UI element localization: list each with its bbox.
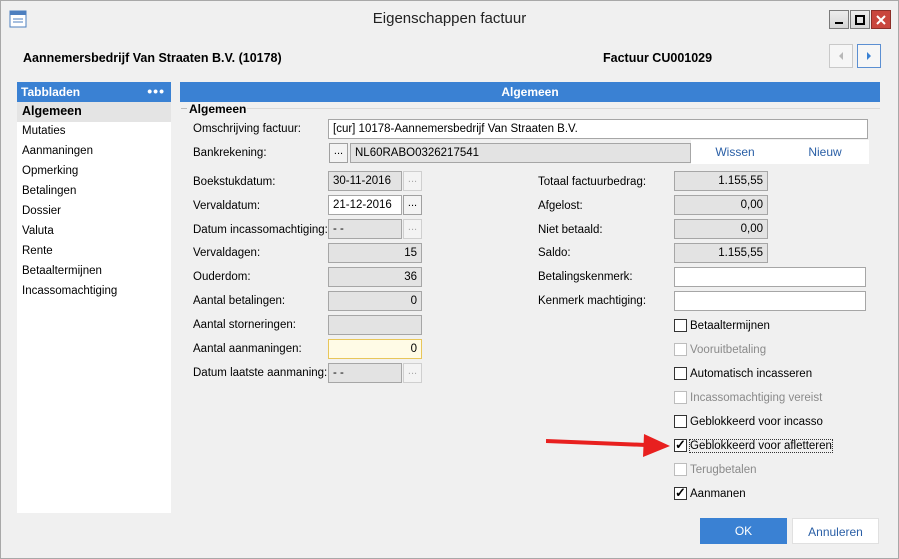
sidebar-item-betaaltermijnen[interactable]: Betaaltermijnen bbox=[17, 262, 171, 282]
aantal-aanmaningen-input[interactable]: 0 bbox=[328, 339, 422, 359]
automatisch-incasseren-checkbox-label[interactable]: Automatisch incasseren bbox=[690, 368, 812, 380]
geblokkeerd-incasso-checkbox-label[interactable]: Geblokkeerd voor incasso bbox=[690, 416, 823, 428]
checkmark-icon: ✓ bbox=[675, 485, 686, 500]
title-bar[interactable]: Eigenschappen factuur bbox=[1, 1, 898, 37]
nieuw-button[interactable]: Nieuw bbox=[781, 140, 869, 164]
vooruitbetaling-checkbox[interactable] bbox=[674, 343, 687, 356]
laatste-aanmaning-label: Datum laatste aanmaning: bbox=[193, 367, 328, 379]
cancel-button[interactable]: Annuleren bbox=[792, 518, 879, 544]
boekstukdatum-picker-button[interactable]: ... bbox=[403, 171, 422, 191]
invoice-number: Factuur CU001029 bbox=[603, 51, 713, 65]
close-icon bbox=[876, 14, 886, 25]
aantal-betalingen-input[interactable]: 0 bbox=[328, 291, 422, 311]
vooruitbetaling-checkbox-label[interactable]: Vooruitbetaling bbox=[690, 344, 766, 356]
niet-betaald-label: Niet betaald: bbox=[538, 224, 603, 236]
niet-betaald-input[interactable]: 0,00 bbox=[674, 219, 768, 239]
more-icon[interactable]: ••• bbox=[147, 83, 165, 99]
next-button[interactable] bbox=[857, 44, 881, 68]
bank-input[interactable]: NL60RABO0326217541 bbox=[350, 143, 691, 163]
company-name: Aannemersbedrijf Van Straaten B.V. (1017… bbox=[23, 51, 282, 65]
sidebar-item-betalingen[interactable]: Betalingen bbox=[17, 182, 171, 202]
section-divider bbox=[181, 108, 187, 109]
betaaltermijnen-checkbox-label[interactable]: Betaaltermijnen bbox=[690, 320, 770, 332]
omschrijving-label: Omschrijving factuur: bbox=[193, 123, 302, 135]
red-arrow-icon bbox=[546, 434, 670, 457]
sidebar-item-algemeen[interactable]: Algemeen bbox=[17, 102, 171, 122]
checkmark-icon: ✓ bbox=[675, 437, 686, 452]
betalingskenmerk-input[interactable] bbox=[674, 267, 866, 287]
vervaldatum-input[interactable]: 21-12-2016 bbox=[328, 195, 402, 215]
boekstukdatum-input[interactable]: 30-11-2016 bbox=[328, 171, 402, 191]
incassomachtiging-vereist-checkbox-label[interactable]: Incassomachtiging vereist bbox=[690, 392, 822, 404]
saldo-label: Saldo: bbox=[538, 247, 571, 259]
sidebar-item-opmerking[interactable]: Opmerking bbox=[17, 162, 171, 182]
saldo-input[interactable]: 1.155,55 bbox=[674, 243, 768, 263]
minimize-button[interactable] bbox=[829, 10, 849, 29]
sidebar-item-rente[interactable]: Rente bbox=[17, 242, 171, 262]
ok-button[interactable]: OK bbox=[700, 518, 787, 544]
totaal-input[interactable]: 1.155,55 bbox=[674, 171, 768, 191]
aanmanen-checkbox-label[interactable]: Aanmanen bbox=[690, 488, 746, 500]
sidebar-header: Tabbladen ••• bbox=[17, 82, 171, 102]
afgelost-input[interactable]: 0,00 bbox=[674, 195, 768, 215]
close-button[interactable] bbox=[871, 10, 891, 29]
vervaldatum-picker-button[interactable]: ... bbox=[403, 195, 422, 215]
header-row: Aannemersbedrijf Van Straaten B.V. (1017… bbox=[23, 51, 883, 69]
automatisch-incasseren-checkbox[interactable] bbox=[674, 367, 687, 380]
terugbetalen-checkbox-label[interactable]: Terugbetalen bbox=[690, 464, 757, 476]
geblokkeerd-afletteren-checkbox[interactable]: ✓ bbox=[674, 437, 687, 452]
wissen-button[interactable]: Wissen bbox=[691, 140, 779, 164]
section-divider bbox=[247, 108, 880, 109]
boekstukdatum-label: Boekstukdatum: bbox=[193, 176, 276, 188]
ouderdom-input[interactable]: 36 bbox=[328, 267, 422, 287]
aantal-betalingen-label: Aantal betalingen: bbox=[193, 295, 286, 307]
incassomachtiging-vereist-checkbox[interactable] bbox=[674, 391, 687, 404]
vervaldagen-label: Vervaldagen: bbox=[193, 247, 261, 259]
chevron-right-icon bbox=[867, 52, 871, 60]
previous-button[interactable] bbox=[829, 44, 853, 68]
totaal-label: Totaal factuurbedrag: bbox=[538, 176, 647, 188]
sidebar-item-valuta[interactable]: Valuta bbox=[17, 222, 171, 242]
minimize-icon bbox=[835, 21, 843, 24]
aantal-aanmaningen-label: Aantal aanmaningen: bbox=[193, 343, 302, 355]
geblokkeerd-afletteren-checkbox-label[interactable]: Geblokkeerd voor afletteren bbox=[689, 439, 833, 453]
ouderdom-label: Ouderdom: bbox=[193, 271, 251, 283]
kenmerk-machtiging-input[interactable] bbox=[674, 291, 866, 311]
sidebar: Tabbladen ••• Algemeen Mutaties Aanmanin… bbox=[17, 82, 171, 513]
laatste-aanmaning-picker-button[interactable]: ... bbox=[403, 363, 422, 383]
betaaltermijnen-checkbox[interactable] bbox=[674, 319, 687, 332]
incasso-datum-picker-button[interactable]: ... bbox=[403, 219, 422, 239]
sidebar-item-incassomachtiging[interactable]: Incassomachtiging bbox=[17, 282, 171, 302]
omschrijving-input[interactable]: [cur] 10178-Aannemersbedrijf Van Straate… bbox=[328, 119, 868, 139]
terugbetalen-checkbox[interactable] bbox=[674, 463, 687, 476]
chevron-left-icon bbox=[839, 52, 843, 60]
bank-lookup-button[interactable]: ... bbox=[329, 143, 348, 163]
sidebar-item-mutaties[interactable]: Mutaties bbox=[17, 122, 171, 142]
vervaldatum-label: Vervaldatum: bbox=[193, 200, 261, 212]
incasso-datum-label: Datum incassomachtiging: bbox=[193, 224, 328, 236]
laatste-aanmaning-input[interactable]: - - bbox=[328, 363, 402, 383]
aantal-storneringen-input[interactable] bbox=[328, 315, 422, 335]
section-title: Algemeen bbox=[189, 102, 247, 116]
maximize-icon bbox=[855, 14, 865, 25]
sidebar-title: Tabbladen bbox=[21, 85, 81, 99]
sidebar-item-aanmaningen[interactable]: Aanmaningen bbox=[17, 142, 171, 162]
window-title: Eigenschappen factuur bbox=[372, 10, 527, 27]
vervaldagen-input[interactable]: 15 bbox=[328, 243, 422, 263]
dialog-window: Eigenschappen factuur Aannemersbedrijf V… bbox=[0, 0, 899, 559]
sidebar-item-dossier[interactable]: Dossier bbox=[17, 202, 171, 222]
incasso-datum-input[interactable]: - - bbox=[328, 219, 402, 239]
bank-label: Bankrekening: bbox=[193, 147, 267, 159]
panel-header: Algemeen bbox=[180, 82, 880, 102]
afgelost-label: Afgelost: bbox=[538, 200, 583, 212]
aanmanen-checkbox[interactable]: ✓ bbox=[674, 485, 687, 500]
betalingskenmerk-label: Betalingskenmerk: bbox=[538, 271, 633, 283]
kenmerk-machtiging-label: Kenmerk machtiging: bbox=[538, 295, 647, 307]
geblokkeerd-incasso-checkbox[interactable] bbox=[674, 415, 687, 428]
maximize-button[interactable] bbox=[850, 10, 870, 29]
aantal-storneringen-label: Aantal storneringen: bbox=[193, 319, 296, 331]
